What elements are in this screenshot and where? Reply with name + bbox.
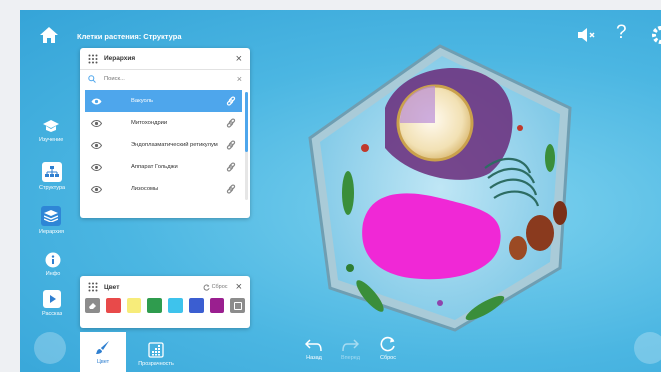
search-row: × [80, 70, 250, 88]
tab-transparency[interactable]: Прозрачность [132, 336, 180, 372]
panel-header: Иерархия × [80, 48, 250, 70]
back-button[interactable]: Назад [305, 338, 323, 361]
list-item-label: Эндоплазматический ретикулум [131, 142, 218, 148]
visibility-eye-icon[interactable] [91, 141, 102, 149]
link-icon[interactable] [226, 118, 236, 128]
sidebar-item-label: Иерархия [39, 229, 64, 235]
sidebar-item-label: Изучение [39, 137, 64, 143]
undo-icon [305, 339, 322, 352]
sidebar-item-label: Структура [39, 185, 66, 191]
app-window: Клетки растения: Структура ? Изучение Ст… [20, 10, 661, 372]
close-icon[interactable]: × [236, 281, 242, 293]
visibility-eye-icon[interactable] [91, 185, 102, 193]
color-panel-header: Цвет Сброс × [80, 276, 250, 298]
list-item[interactable]: Эндоплазматический ретикулум [85, 134, 242, 156]
reset-icon [203, 284, 210, 291]
sidebar-item-label: Инфо [45, 271, 61, 277]
reset-label: Сброс [211, 284, 228, 290]
color-swatch[interactable] [126, 298, 142, 313]
color-swatch[interactable] [168, 298, 183, 313]
home-icon[interactable] [39, 26, 59, 44]
color-panel: Цвет Сброс × [80, 276, 250, 328]
list-item[interactable]: Митохондрии [85, 112, 242, 134]
drag-handle-icon[interactable] [88, 54, 98, 64]
color-swatch[interactable] [209, 298, 225, 313]
reset-icon [380, 336, 395, 352]
reset-label: Сброс [380, 355, 396, 361]
search-icon [88, 75, 96, 83]
hierarchy-list: Вакуоль Митохондрии Эндоплазматический р… [80, 90, 250, 200]
custom-color-swatch[interactable] [230, 298, 245, 313]
visibility-eye-icon[interactable] [91, 98, 102, 105]
eraser-swatch[interactable] [85, 298, 100, 313]
link-icon[interactable] [226, 184, 236, 194]
app-title: Клетки растения: Структура [77, 32, 182, 41]
hierarchy-panel: Иерархия × × Вакуоль Митохондрии Эндопла… [80, 48, 250, 218]
hierarchy-icon [45, 166, 60, 177]
drag-handle-icon[interactable] [88, 282, 98, 292]
layers-icon [44, 210, 59, 222]
link-icon[interactable] [226, 162, 236, 172]
sidebar-item-story[interactable]: Рассказ [42, 290, 62, 317]
tab-color[interactable]: Цвет [80, 332, 126, 372]
forward-button[interactable]: Вперед [341, 338, 360, 361]
sidebar-item-hierarchy[interactable]: Иерархия [39, 206, 64, 235]
close-icon[interactable]: × [236, 53, 242, 65]
sidebar-item-structure[interactable]: Структура [39, 162, 65, 191]
color-panel-title: Цвет [104, 283, 120, 291]
panel-title: Иерархия [104, 55, 136, 62]
scrollbar[interactable] [245, 92, 248, 200]
brush-icon [96, 340, 109, 354]
visibility-eye-icon[interactable] [91, 119, 102, 127]
eraser-icon [88, 303, 96, 309]
list-item-label: Аппарат Гольджи [131, 164, 178, 170]
plant-cell-model[interactable] [290, 38, 620, 338]
list-item-label: Лизосомы [131, 186, 159, 192]
sidebar-item-info[interactable]: Инфо [45, 252, 61, 277]
list-item[interactable]: Аппарат Гольджи [85, 156, 242, 178]
sidebar-item-label: Рассказ [42, 311, 63, 317]
link-icon[interactable] [226, 140, 236, 150]
transparency-grid-icon [148, 341, 164, 358]
clear-search-icon[interactable]: × [237, 74, 242, 84]
tab-color-label: Цвет [96, 358, 110, 365]
info-icon [45, 252, 61, 268]
play-icon [43, 290, 62, 308]
list-item-label: Вакуоль [131, 98, 154, 104]
list-item[interactable]: Вакуоль [85, 90, 242, 112]
sidebar-item-study[interactable]: Изучение [39, 118, 63, 143]
link-icon[interactable] [226, 96, 236, 106]
tab-transparency-label: Прозрачность [138, 360, 174, 367]
search-input[interactable] [104, 76, 224, 82]
color-reset-button[interactable]: Сброс [203, 284, 228, 291]
visibility-eye-icon[interactable] [91, 163, 102, 171]
reset-button[interactable]: Сброс [379, 336, 397, 361]
right-joystick-button[interactable] [634, 332, 661, 364]
color-swatch[interactable] [188, 298, 204, 313]
redo-icon [342, 339, 360, 352]
mute-icon[interactable] [576, 26, 596, 44]
graduation-cap-icon [43, 120, 60, 132]
help-icon[interactable]: ? [616, 22, 627, 44]
left-joystick-button[interactable] [34, 332, 66, 364]
list-item-label: Митохондрии [131, 120, 168, 126]
settings-icon[interactable] [647, 26, 661, 44]
color-swatch[interactable] [105, 298, 121, 313]
list-item[interactable]: Лизосомы [85, 178, 242, 200]
color-swatch[interactable] [147, 298, 162, 313]
back-label: Назад [306, 355, 322, 361]
swatch-row [80, 298, 250, 313]
forward-label: Вперед [341, 355, 360, 361]
